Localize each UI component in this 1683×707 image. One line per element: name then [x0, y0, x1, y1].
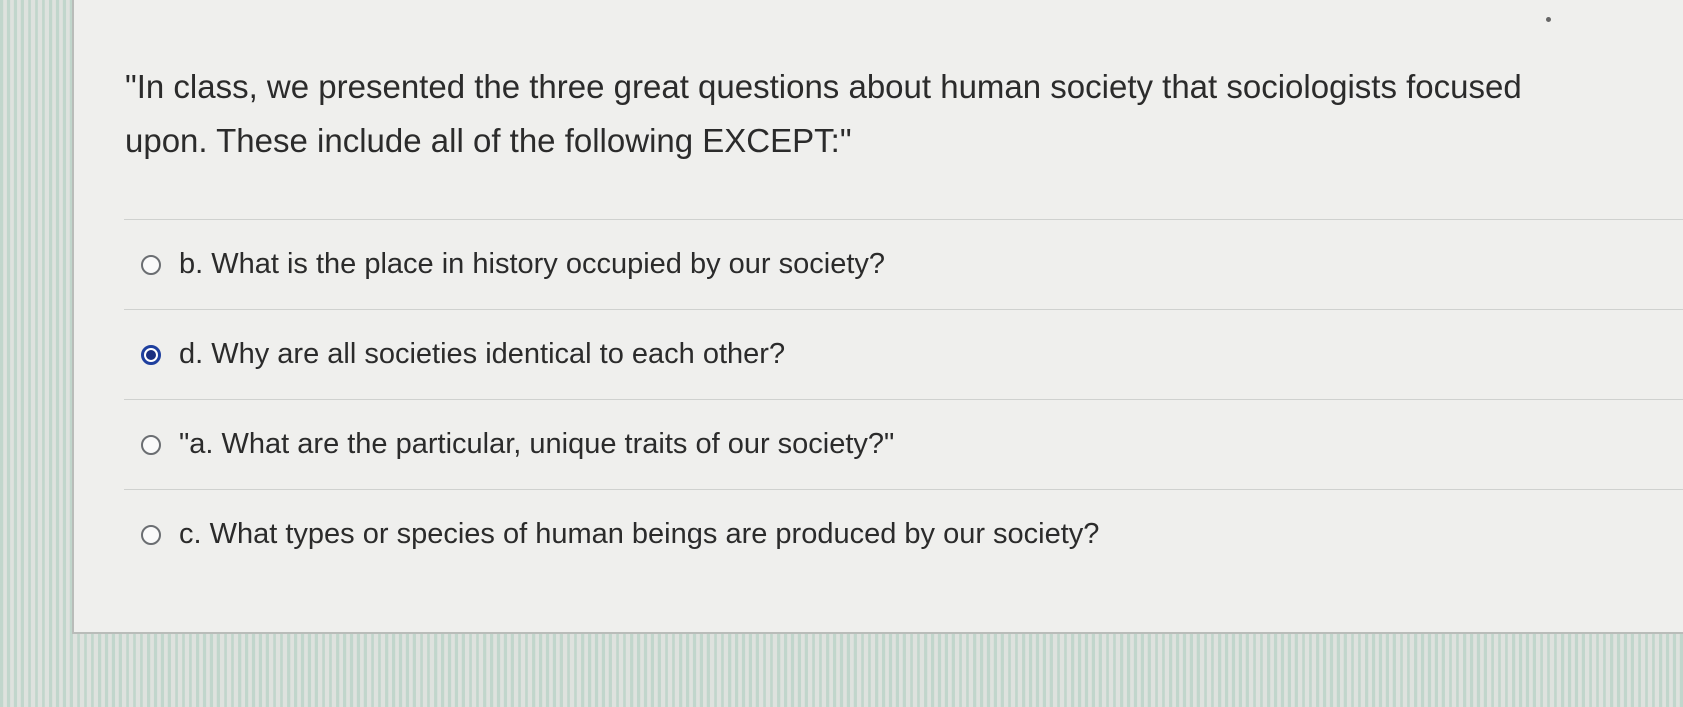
- answer-option-b[interactable]: b. What is the place in history occupied…: [124, 219, 1683, 309]
- radio-button-d-selected[interactable]: [141, 344, 161, 365]
- answer-option-a[interactable]: "a. What are the particular, unique trai…: [124, 399, 1683, 489]
- question-panel: "In class, we presented the three great …: [72, 0, 1683, 634]
- answer-label-b: b. What is the place in history occupied…: [179, 248, 886, 280]
- screen-speck: [1546, 17, 1551, 22]
- radio-button-a[interactable]: [141, 434, 161, 455]
- radio-button-b[interactable]: [141, 254, 161, 275]
- answer-label-c: c. What types or species of human beings…: [179, 518, 1100, 550]
- answer-label-d: d. Why are all societies identical to ea…: [179, 338, 786, 370]
- question-text: "In class, we presented the three great …: [125, 68, 1522, 159]
- radio-button-c[interactable]: [141, 524, 161, 545]
- answer-list: b. What is the place in history occupied…: [124, 219, 1683, 579]
- answer-option-c[interactable]: c. What types or species of human beings…: [124, 489, 1683, 579]
- answer-label-a: "a. What are the particular, unique trai…: [179, 428, 895, 460]
- answer-option-d[interactable]: d. Why are all societies identical to ea…: [124, 309, 1683, 399]
